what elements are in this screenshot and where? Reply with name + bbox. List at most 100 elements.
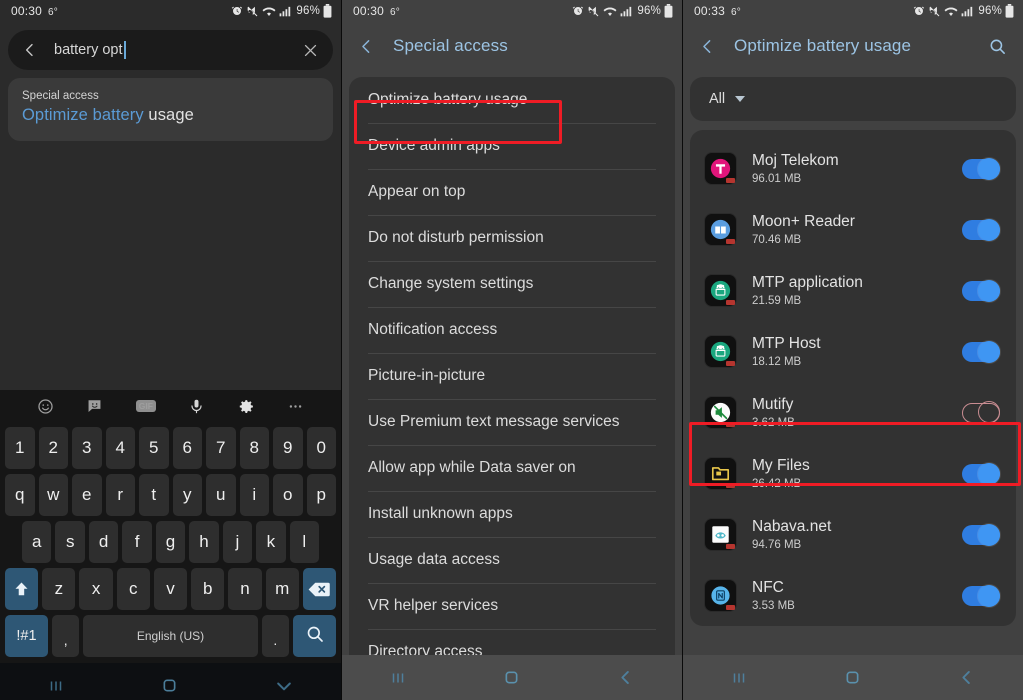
home-icon[interactable] (160, 676, 179, 695)
list-item-install-unknown-apps[interactable]: Install unknown apps (349, 491, 675, 537)
key-y[interactable]: y (172, 474, 202, 516)
app-size: 26.42 MB (752, 477, 802, 490)
table-row[interactable]: NFC 3.53 MB (690, 565, 1016, 626)
table-row[interactable]: MTP Host 18.12 MB (690, 321, 1016, 382)
key-w[interactable]: w (38, 474, 68, 516)
space-key[interactable]: English (US) (83, 615, 258, 657)
period-key[interactable]: . (261, 615, 290, 657)
key-m[interactable]: m (265, 568, 299, 610)
list-item-vr-helper-services[interactable]: VR helper services (349, 583, 675, 629)
key-b[interactable]: b (191, 568, 225, 610)
back-icon[interactable] (22, 42, 38, 58)
recents-icon[interactable] (389, 669, 407, 687)
home-icon[interactable] (843, 668, 862, 687)
key-1[interactable]: 1 (5, 427, 35, 469)
key-t[interactable]: t (139, 474, 169, 516)
back-chevron-icon[interactable] (616, 668, 635, 687)
more-options-icon[interactable] (287, 398, 304, 415)
key-u[interactable]: u (206, 474, 236, 516)
status-temperature: 6° (48, 7, 58, 18)
key-e[interactable]: e (72, 474, 102, 516)
back-icon[interactable] (358, 38, 375, 55)
key-k[interactable]: k (256, 521, 286, 563)
hide-keyboard-chevron-icon[interactable] (274, 676, 294, 696)
key-z[interactable]: z (42, 568, 76, 610)
list-item-device-admin-apps[interactable]: Device admin apps (349, 123, 675, 169)
key-5[interactable]: 5 (139, 427, 169, 469)
key-2[interactable]: 2 (38, 427, 68, 469)
search-icon[interactable] (988, 37, 1007, 56)
shift-key[interactable] (5, 568, 39, 610)
key-n[interactable]: n (228, 568, 262, 610)
list-item-use-premium-text-message-services[interactable]: Use Premium text message services (349, 399, 675, 445)
toggle-knob (978, 401, 1000, 423)
list-item-notification-access[interactable]: Notification access (349, 307, 675, 353)
key-g[interactable]: g (155, 521, 186, 563)
key-0[interactable]: 0 (306, 427, 336, 469)
close-icon[interactable] (302, 42, 319, 59)
list-item-usage-data-access[interactable]: Usage data access (349, 537, 675, 583)
symbols-key[interactable]: !#1 (5, 615, 48, 657)
table-row[interactable]: My Files 26.42 MB (690, 443, 1016, 504)
settings-gear-icon[interactable] (238, 398, 255, 415)
key-8[interactable]: 8 (239, 427, 269, 469)
key-a[interactable]: a (22, 521, 52, 563)
key-x[interactable]: x (79, 568, 113, 610)
back-icon[interactable] (699, 38, 716, 55)
back-chevron-icon[interactable] (957, 668, 976, 687)
app-toggle[interactable] (962, 523, 1000, 546)
table-row[interactable]: Moj Telekom 96.01 MB (690, 138, 1016, 199)
key-d[interactable]: d (88, 521, 119, 563)
list-item-optimize-battery-usage[interactable]: Optimize battery usage (349, 77, 675, 123)
app-toggle[interactable] (962, 157, 1000, 180)
key-p[interactable]: p (306, 474, 336, 516)
list-item-do-not-disturb-permission[interactable]: Do not disturb permission (349, 215, 675, 261)
microphone-icon[interactable] (188, 398, 205, 415)
recents-icon[interactable] (47, 677, 65, 695)
recents-icon[interactable] (730, 669, 748, 687)
key-c[interactable]: c (116, 568, 150, 610)
key-v[interactable]: v (153, 568, 188, 610)
key-9[interactable]: 9 (273, 427, 303, 469)
list-item-appear-on-top[interactable]: Appear on top (349, 169, 675, 215)
search-bar[interactable]: battery opt (8, 30, 333, 70)
table-row[interactable]: Moon+ Reader 70.46 MB (690, 199, 1016, 260)
app-toggle[interactable] (962, 340, 1000, 363)
app-toggle[interactable] (962, 401, 1000, 423)
app-toggle[interactable] (962, 218, 1000, 241)
gif-icon[interactable]: GIF (135, 399, 156, 413)
table-row[interactable]: Mutify 3.62 MB (690, 382, 1016, 443)
key-l[interactable]: l (289, 521, 319, 563)
key-q[interactable]: q (5, 474, 35, 516)
app-toggle[interactable] (962, 279, 1000, 302)
home-icon[interactable] (502, 668, 521, 687)
backspace-key[interactable] (302, 568, 336, 610)
filter-dropdown[interactable]: All (690, 77, 1016, 121)
key-7[interactable]: 7 (206, 427, 236, 469)
key-r[interactable]: r (105, 474, 135, 516)
emoji-icon[interactable] (37, 398, 54, 415)
key-4[interactable]: 4 (105, 427, 135, 469)
key-f[interactable]: f (122, 521, 152, 563)
key-3[interactable]: 3 (72, 427, 102, 469)
list-item-allow-app-while-data-saver-on[interactable]: Allow app while Data saver on (349, 445, 675, 491)
comma-key[interactable]: , (51, 615, 80, 657)
key-j[interactable]: j (222, 521, 253, 563)
key-h[interactable]: h (189, 521, 219, 563)
table-row[interactable]: Nabava.net 94.76 MB (690, 504, 1016, 565)
app-toggle[interactable] (962, 584, 1000, 607)
key-6[interactable]: 6 (172, 427, 202, 469)
key-i[interactable]: i (239, 474, 269, 516)
toggle-knob (978, 279, 1000, 302)
sticker-icon[interactable] (86, 398, 103, 415)
list-item-picture-in-picture[interactable]: Picture-in-picture (349, 353, 675, 399)
search-input[interactable]: battery opt (54, 41, 302, 59)
toggle-knob (978, 584, 1000, 607)
key-o[interactable]: o (273, 474, 303, 516)
search-result-card[interactable]: Special access Optimize battery usage (8, 78, 333, 141)
search-key[interactable] (293, 615, 336, 657)
key-s[interactable]: s (55, 521, 85, 563)
list-item-change-system-settings[interactable]: Change system settings (349, 261, 675, 307)
table-row[interactable]: MTP application 21.59 MB (690, 260, 1016, 321)
app-toggle[interactable] (962, 462, 1000, 485)
